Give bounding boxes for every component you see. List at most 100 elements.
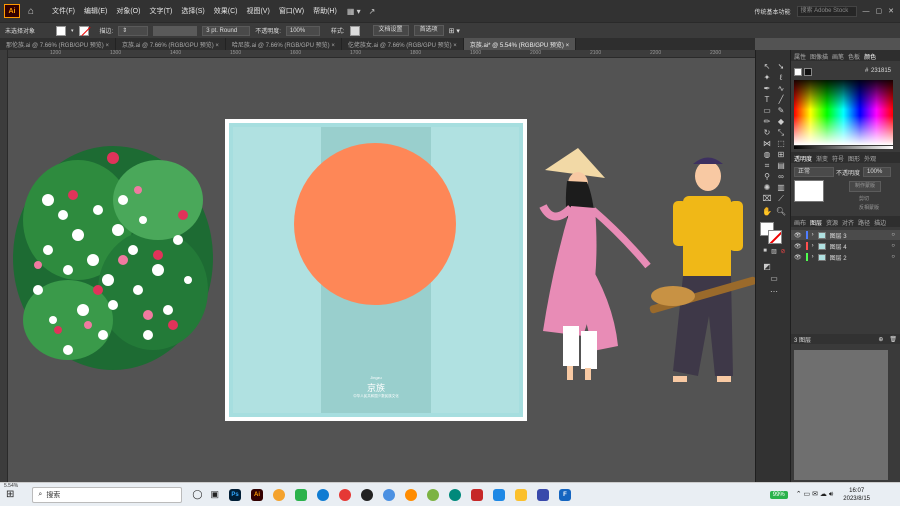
taskbar-search[interactable]: ⌕ 搜索 xyxy=(32,486,183,503)
stock-search-input[interactable]: 搜索 Adobe Stock xyxy=(796,5,857,17)
pen-tool-icon[interactable]: ✒ xyxy=(761,84,773,93)
zoom-tool-icon[interactable]: 🔍︎ xyxy=(775,207,787,216)
orange-sun-circle[interactable] xyxy=(294,143,456,305)
perspective-grid-tool-icon[interactable]: ⊞ xyxy=(775,150,787,159)
target-icon[interactable]: ○ xyxy=(891,232,895,238)
doc-tab[interactable]: 哈尼族.ai @ 7.66% (RGB/GPU 预览) × xyxy=(226,38,342,50)
shape-builder-tool-icon[interactable]: ◍ xyxy=(761,150,773,159)
taskbar-app-icon[interactable] xyxy=(272,488,285,501)
tab-layers[interactable]: 图层 xyxy=(810,218,822,227)
taskbar-app-icon[interactable] xyxy=(404,488,417,501)
eye-icon[interactable]: 👁︎ xyxy=(794,254,802,261)
task-view-icon[interactable]: ◯ xyxy=(192,489,202,500)
doc-tab[interactable]: 京族.ai @ 7.66% (RGB/GPU 预览) × xyxy=(116,38,226,50)
graph-tool-icon[interactable]: ▥ xyxy=(775,183,787,192)
color-stroke-indicator[interactable] xyxy=(804,68,812,76)
eyedropper-tool-icon[interactable]: ⚲ xyxy=(761,172,773,181)
layer-row[interactable]: 👁︎ › 图层 2 ○ xyxy=(791,252,900,262)
layer-row[interactable]: 👁︎ › 图层 4 ○ xyxy=(791,241,900,251)
maximize-icon[interactable]: ▢ xyxy=(876,7,883,15)
stroke-color-swatch[interactable] xyxy=(768,230,782,244)
expand-arrow-icon[interactable]: › xyxy=(812,232,814,238)
target-icon[interactable]: ○ xyxy=(891,254,895,260)
color-fill-indicator[interactable] xyxy=(794,68,802,76)
minimize-icon[interactable]: — xyxy=(863,8,870,15)
windows-start-icon[interactable]: ⊞ xyxy=(6,489,14,500)
direct-selection-tool-icon[interactable]: ➘ xyxy=(775,62,787,71)
free-transform-tool-icon[interactable]: ⬚ xyxy=(775,139,787,148)
width-tool-icon[interactable]: ⋈ xyxy=(761,139,773,148)
system-clock[interactable]: 16:07 2023/8/15 xyxy=(843,487,870,503)
preferences-button[interactable]: 首选项 xyxy=(413,25,444,36)
menu-window[interactable]: 窗口(W) xyxy=(279,6,304,16)
arrange-icon[interactable]: ▦ ▾ xyxy=(347,7,361,16)
zoom-level[interactable]: 5.54% xyxy=(4,483,18,489)
tab-properties[interactable]: 属性 xyxy=(794,52,806,61)
tab-brushes[interactable]: 画笔 xyxy=(832,52,844,61)
eye-icon[interactable]: 👁︎ xyxy=(794,243,802,250)
lasso-tool-icon[interactable]: ℓ xyxy=(775,73,787,82)
flower-bouquet-illustration[interactable] xyxy=(8,140,228,375)
home-icon[interactable]: ⌂ xyxy=(28,6,34,17)
taskbar-app-icon[interactable] xyxy=(470,488,483,501)
target-icon[interactable]: ○ xyxy=(891,243,895,249)
make-mask-button[interactable]: 制作蒙版 xyxy=(849,181,882,192)
pencil-tool-icon[interactable]: ✏ xyxy=(761,117,773,126)
more-tools-icon[interactable]: ⋯ xyxy=(768,287,780,296)
menu-help[interactable]: 帮助(H) xyxy=(313,6,337,16)
taskbar-app-icon[interactable]: F xyxy=(558,488,571,501)
taskbar-app-icon[interactable] xyxy=(382,488,395,501)
close-icon[interactable]: ✕ xyxy=(888,7,894,15)
doc-tab-active[interactable]: 京族.ai* @ 5.54% (RGB/GPU 预览) × xyxy=(463,38,577,50)
menu-select[interactable]: 选择(S) xyxy=(181,6,204,16)
new-layer-icon[interactable]: ⊕ xyxy=(878,336,883,343)
edge-app-icon[interactable] xyxy=(316,488,329,501)
tab-image-trace[interactable]: 图像描 xyxy=(810,52,828,61)
color-spectrum[interactable] xyxy=(794,80,893,145)
eraser-tool-icon[interactable]: ◆ xyxy=(775,117,787,126)
stroke-swatch[interactable] xyxy=(78,25,91,36)
document-setup-button[interactable]: 文档设置 xyxy=(372,25,409,36)
gradient-tool-icon[interactable]: ▤ xyxy=(775,161,787,170)
tab-swatches[interactable]: 色板 xyxy=(848,52,860,61)
tab-transparency[interactable]: 透明度 xyxy=(794,154,812,163)
line-tool-icon[interactable]: ╱ xyxy=(775,95,787,104)
taskbar-app-icon[interactable] xyxy=(426,488,439,501)
doc-tab[interactable]: 仡佬族女.ai @ 7.66% (RGB/GPU 预览) × xyxy=(342,38,464,50)
stroke-weight-field[interactable]: ⇕ xyxy=(118,25,149,36)
selection-tool-icon[interactable]: ↖ xyxy=(761,62,773,71)
tab-gradient[interactable]: 渐变 xyxy=(816,154,828,163)
menu-edit[interactable]: 编辑(E) xyxy=(84,6,107,16)
fill-swatch[interactable] xyxy=(56,25,67,36)
menu-object[interactable]: 对象(O) xyxy=(116,6,140,16)
layer-name[interactable]: 图层 4 xyxy=(830,242,847,251)
tab-artboards[interactable]: 画布 xyxy=(794,218,806,227)
chrome-app-icon[interactable] xyxy=(338,488,351,501)
style-swatch[interactable] xyxy=(349,25,360,36)
mesh-tool-icon[interactable]: ⌗ xyxy=(761,161,773,171)
battery-indicator[interactable]: 99% xyxy=(769,490,788,499)
wechat-app-icon[interactable] xyxy=(294,488,307,501)
tab-assets[interactable]: 资源 xyxy=(826,218,838,227)
blend-tool-icon[interactable]: ∞ xyxy=(775,172,787,181)
tray-icons[interactable]: ⌃ ▭ ✉ ☁ 🔊︎ xyxy=(796,490,834,499)
blend-mode-select[interactable]: 正常 xyxy=(794,167,834,177)
tab-appearance[interactable]: 外观 xyxy=(864,154,876,163)
menu-type[interactable]: 文字(T) xyxy=(149,6,172,16)
draw-mode-icon[interactable]: ◩ xyxy=(761,262,773,271)
artboard-tool-icon[interactable]: ⌧ xyxy=(761,194,773,203)
screen-mode-icon[interactable]: ▭ xyxy=(768,274,780,283)
tab-pathfinder[interactable]: 路径 xyxy=(858,218,870,227)
none-mode-icon[interactable]: ⊘ xyxy=(777,248,789,255)
opacity-field[interactable]: 100% xyxy=(285,25,320,36)
rotate-tool-icon[interactable]: ↻ xyxy=(761,128,773,137)
grayscale-ramp[interactable] xyxy=(794,146,893,149)
menu-view[interactable]: 视图(V) xyxy=(246,6,269,16)
taskbar-app-icon[interactable] xyxy=(492,488,505,501)
rectangle-tool-icon[interactable]: ▭ xyxy=(761,106,773,115)
qq-app-icon[interactable] xyxy=(360,488,373,501)
menu-effect[interactable]: 效果(C) xyxy=(214,6,238,16)
type-tool-icon[interactable]: T xyxy=(761,95,773,104)
tab-graphic-styles[interactable]: 图形 xyxy=(848,154,860,163)
variable-width-profile[interactable] xyxy=(153,25,198,36)
